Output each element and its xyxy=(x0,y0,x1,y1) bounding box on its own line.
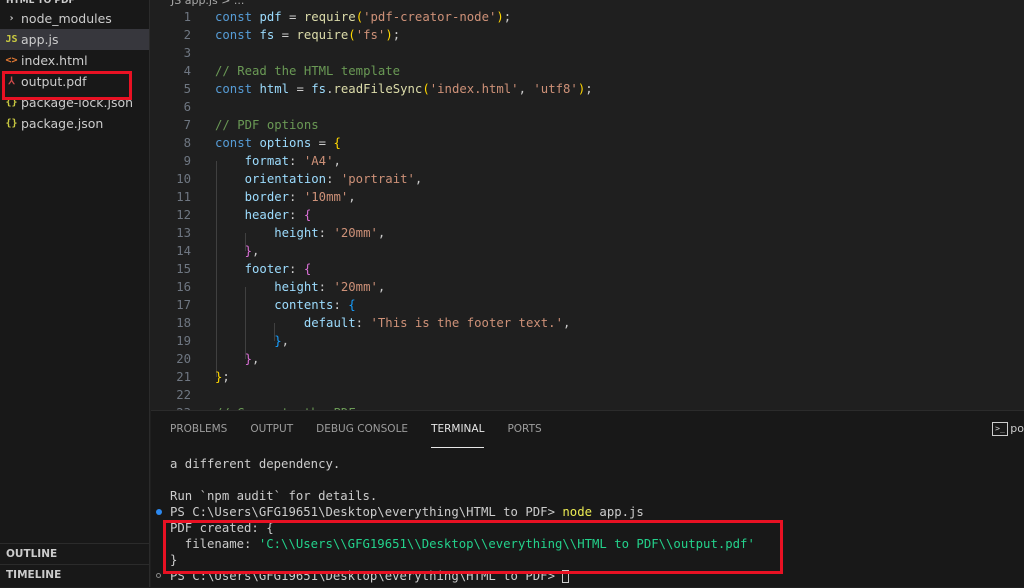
json-file-icon: {} xyxy=(5,97,18,108)
terminal-icon[interactable]: >_ xyxy=(992,422,1008,436)
json-file-icon: {} xyxy=(5,118,18,129)
code-line: 10 orientation: 'portrait', xyxy=(176,172,423,186)
tree-item-label: package.json xyxy=(21,116,104,131)
explorer-header: HTML TO PDF xyxy=(6,0,75,6)
terminal-cursor xyxy=(562,570,570,583)
terminal-line: PDF created: { xyxy=(170,521,274,535)
tree-item-label: package-lock.json xyxy=(21,95,134,110)
tab-output[interactable]: OUTPUT xyxy=(250,411,293,448)
tree-item-index-html[interactable]: <> index.html xyxy=(0,50,149,71)
command-success-icon xyxy=(156,509,162,515)
code-line: 13 height: '20mm', xyxy=(176,226,386,240)
bottom-panel: PROBLEMS OUTPUT DEBUG CONSOLE TERMINAL P… xyxy=(151,410,1024,587)
terminal-line: } xyxy=(170,553,178,567)
code-line: 18 default: 'This is the footer text.', xyxy=(176,316,571,330)
code-line: 8 const options = { xyxy=(183,136,341,150)
terminal-prompt: PS C:\Users\GFG19651\Desktop\everything\… xyxy=(170,505,563,519)
code-line: 15 footer: { xyxy=(176,262,312,276)
terminal-line: Run `npm audit` for details. xyxy=(170,489,378,503)
tab-ports[interactable]: PORTS xyxy=(507,411,541,448)
terminal-command-line: PS C:\Users\GFG19651\Desktop\everything\… xyxy=(151,504,1024,520)
code-line: 7// PDF options xyxy=(183,118,319,132)
tree-item-label: node_modules xyxy=(21,11,112,26)
code-line: 5 const html = fs.readFileSync('index.htm… xyxy=(183,82,593,96)
javascript-file-icon: JS xyxy=(5,34,18,45)
tree-item-output-pdf[interactable]: ⅄ output.pdf xyxy=(0,71,149,92)
code-line: 2 const fs = require('fs'); xyxy=(183,28,401,42)
code-line: 17 contents: { xyxy=(176,298,356,312)
terminal-prompt-line: PS C:\Users\GFG19651\Desktop\everything\… xyxy=(151,568,1024,584)
terminal-output[interactable]: a different dependency. Run `npm audit` … xyxy=(151,448,1024,588)
tree-item-package-json[interactable]: {} package.json xyxy=(0,113,149,134)
command-pending-icon xyxy=(156,573,161,578)
breadcrumb[interactable]: JS app.js > ... xyxy=(151,0,1024,8)
tree-item-label: index.html xyxy=(21,53,88,68)
tree-item-node-modules[interactable]: › node_modules xyxy=(0,8,149,29)
html-file-icon: <> xyxy=(5,55,18,66)
tree-item-app-js[interactable]: JS app.js xyxy=(0,29,149,50)
code-line: 19 }, xyxy=(176,334,290,348)
chevron-right-icon: › xyxy=(8,13,15,24)
code-line: 4// Read the HTML template xyxy=(183,64,401,78)
tree-item-label: output.pdf xyxy=(21,74,87,89)
code-line: 14 }, xyxy=(176,244,260,258)
tab-terminal[interactable]: TERMINAL xyxy=(431,411,485,448)
terminal-prompt: PS C:\Users\GFG19651\Desktop\everything\… xyxy=(170,569,563,583)
code-line: 9 format: 'A4', xyxy=(183,154,341,168)
tree-item-package-lock-json[interactable]: {} package-lock.json xyxy=(0,92,149,113)
tab-debug-console[interactable]: DEBUG CONSOLE xyxy=(316,411,408,448)
tab-problems[interactable]: PROBLEMS xyxy=(170,411,227,448)
terminal-command: node xyxy=(562,505,593,519)
timeline-section[interactable]: TIMELINE xyxy=(0,564,150,585)
terminal-line: a different dependency. xyxy=(170,457,341,471)
code-line: 1 const pdf = require('pdf-creator-node')… xyxy=(183,10,512,24)
code-line: 16 height: '20mm', xyxy=(176,280,386,294)
code-line: 12 header: { xyxy=(176,208,312,222)
terminal-command-arg: app.js xyxy=(592,505,644,519)
terminal-filename-line: filename: 'C:\\Users\\GFG19651\\Desktop\… xyxy=(151,536,1024,552)
terminal-profile-label[interactable]: po xyxy=(1010,422,1024,435)
code-line: 20 }, xyxy=(176,352,260,366)
explorer-sidebar: HTML TO PDF › node_modules JS app.js <> … xyxy=(0,0,150,587)
panel-tabs: PROBLEMS OUTPUT DEBUG CONSOLE TERMINAL P… xyxy=(151,411,1024,448)
code-line: 22 xyxy=(176,388,191,402)
filename-key: filename: xyxy=(170,537,259,551)
code-line: 3 xyxy=(183,46,191,60)
code-editor[interactable]: 1 const pdf = require('pdf-creator-node')… xyxy=(151,8,1024,410)
tree-item-label: app.js xyxy=(21,32,59,47)
filename-value: 'C:\\Users\\GFG19651\\Desktop\\everythin… xyxy=(258,537,755,551)
outline-section[interactable]: OUTLINE xyxy=(0,543,150,564)
code-line: 11 border: '10mm', xyxy=(176,190,356,204)
pdf-file-icon: ⅄ xyxy=(8,76,15,87)
code-line: 21}; xyxy=(176,370,230,384)
code-line: 6 xyxy=(183,100,191,114)
